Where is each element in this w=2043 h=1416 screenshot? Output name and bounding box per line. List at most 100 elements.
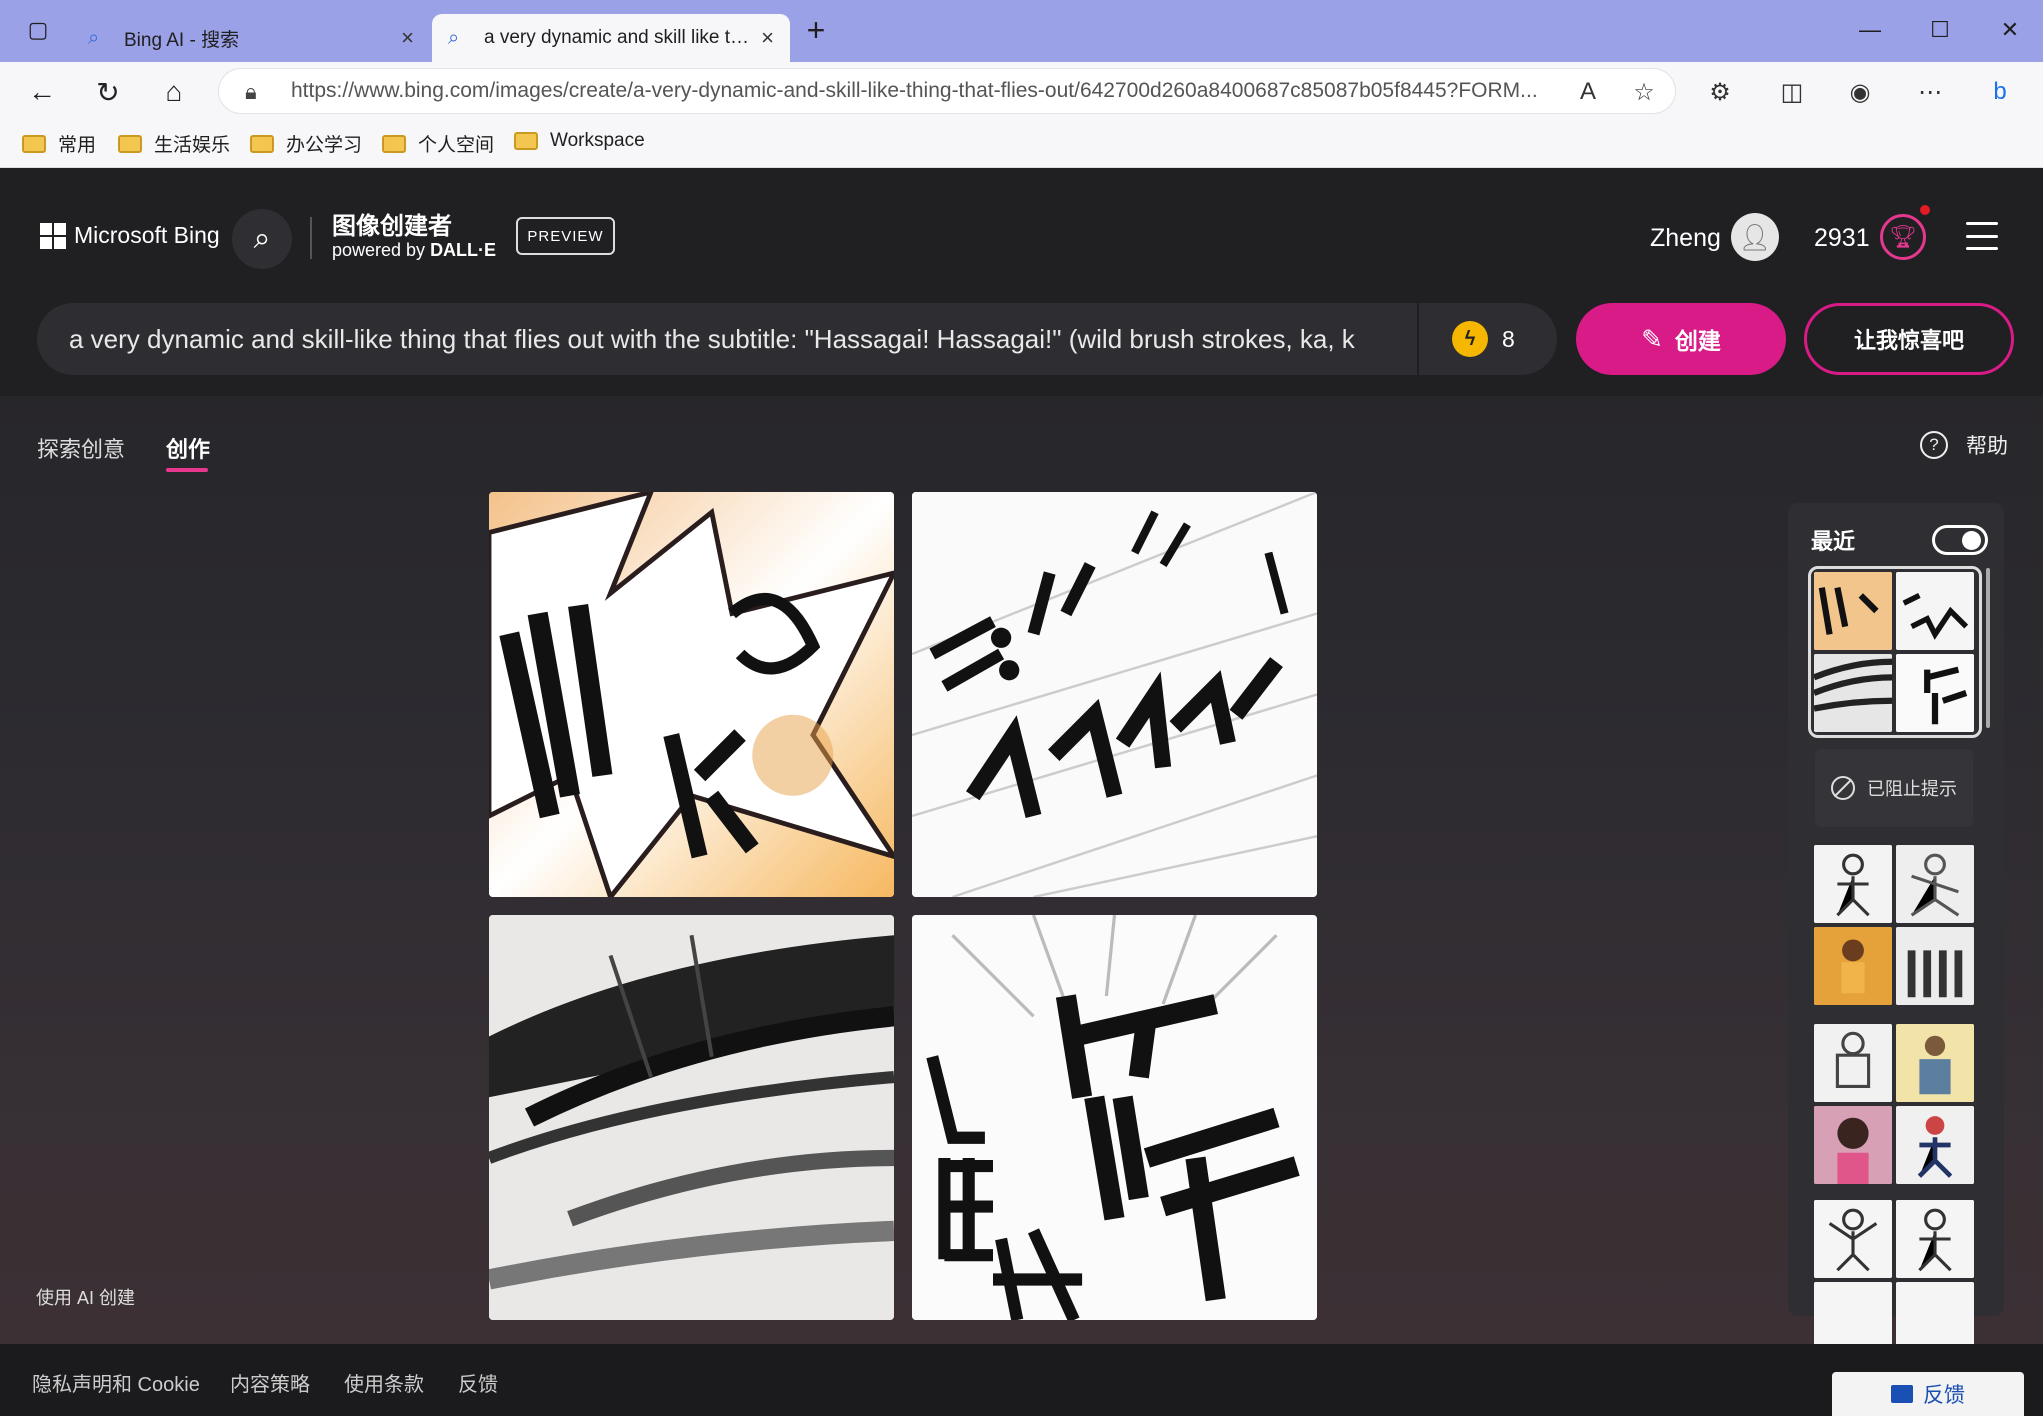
search-icon: ⌕: [448, 27, 460, 49]
user-name[interactable]: Zheng: [1650, 224, 1721, 253]
footer-link-feedback[interactable]: 反馈: [458, 1368, 498, 1397]
folder-icon: [118, 134, 142, 153]
recent-thumbnail: [1896, 1200, 1974, 1278]
blocked-prompt-item[interactable]: 已阻止提示: [1815, 749, 1973, 827]
footer-link-privacy[interactable]: 隐私声明和 Cookie: [32, 1368, 200, 1397]
search-icon[interactable]: ⌕: [232, 209, 292, 269]
prompt-divider: [1417, 303, 1419, 375]
recent-scrollbar[interactable]: [1986, 568, 1990, 728]
active-tab-indicator: [166, 468, 208, 472]
image-creator-title: 图像创建者: [332, 213, 452, 240]
favorite-folder[interactable]: 常用: [22, 130, 96, 157]
footer-link-content-policy[interactable]: 内容策略: [230, 1368, 310, 1397]
boost-bolt-icon: ϟ: [1452, 321, 1488, 357]
folder-icon: [514, 132, 538, 150]
favorite-folder[interactable]: 生活娱乐: [118, 130, 230, 157]
url-text: https://www.bing.com/images/create/a-ver…: [291, 79, 1538, 102]
extensions-icon[interactable]: ⚙: [1700, 72, 1740, 112]
microsoft-bing-logo[interactable]: Microsoft Bing: [40, 222, 220, 249]
read-aloud-icon[interactable]: A: [1568, 72, 1608, 112]
favorite-folder[interactable]: 个人空间: [382, 130, 494, 157]
recent-thumbnail: [1896, 927, 1974, 1005]
folder-icon: [22, 134, 46, 153]
hamburger-menu-icon[interactable]: [1966, 222, 1998, 250]
rewards-trophy-icon[interactable]: 🏆︎: [1880, 214, 1926, 260]
new-tab-button[interactable]: +: [786, 10, 846, 50]
back-icon[interactable]: ←: [20, 70, 64, 114]
blocked-icon: [1831, 776, 1855, 800]
add-favorite-icon[interactable]: ☆: [1624, 72, 1664, 112]
notification-dot: [1920, 205, 1930, 215]
minimize-icon[interactable]: —: [1840, 10, 1900, 50]
recent-item-current[interactable]: [1808, 566, 1982, 738]
generated-image-4[interactable]: [912, 915, 1317, 1320]
recent-thumbnail: [1814, 845, 1892, 923]
create-image-icon: ✎: [1641, 323, 1663, 354]
favorite-folder[interactable]: 办公学习: [250, 130, 362, 157]
user-avatar-icon[interactable]: 👤︎: [1731, 213, 1779, 261]
tab-title: a very dynamic and skill like thing that…: [484, 27, 751, 48]
windows-logo-icon: [40, 222, 66, 249]
tab-creations[interactable]: 创作: [166, 432, 210, 464]
recent-item[interactable]: [1814, 1024, 1976, 1184]
recent-thumbnail: [1896, 1106, 1974, 1184]
boost-count: 8: [1502, 325, 1515, 352]
close-tab-icon[interactable]: ×: [401, 25, 414, 51]
browser-tab-current[interactable]: ⌕ a very dynamic and skill like thing th…: [432, 14, 790, 62]
lock-icon: 🔒︎: [245, 79, 257, 104]
recent-thumbnail: [1896, 654, 1974, 732]
recent-thumbnail: [1814, 1106, 1892, 1184]
bing-copilot-icon[interactable]: b: [1980, 72, 2020, 112]
recent-thumbnail: [1896, 1024, 1974, 1102]
browser-tab-bar: ▢ ⌕ Bing AI - 搜索 × ⌕ a very dynamic and …: [0, 0, 2043, 62]
tab-actions-icon[interactable]: ▢: [8, 10, 68, 50]
folder-icon: [250, 134, 274, 153]
surprise-me-button[interactable]: 让我惊喜吧: [1804, 303, 2014, 375]
more-options-icon[interactable]: ⋯: [1910, 72, 1950, 112]
recent-thumbnail: [1814, 1024, 1892, 1102]
folder-icon: [382, 134, 406, 153]
rewards-points[interactable]: 2931: [1814, 224, 1870, 253]
close-window-icon[interactable]: ✕: [1980, 10, 2040, 50]
feedback-icon: [1891, 1385, 1913, 1403]
preview-badge: PREVIEW: [516, 217, 615, 255]
recent-thumbnail: [1814, 1200, 1892, 1278]
footer-link-terms[interactable]: 使用条款: [344, 1368, 424, 1397]
prompt-text[interactable]: a very dynamic and skill-like thing that…: [37, 324, 1417, 355]
create-button[interactable]: ✎ 创建: [1576, 303, 1786, 375]
powered-by-label: powered by DALL·E: [332, 240, 497, 260]
refresh-icon[interactable]: ↻: [86, 70, 130, 114]
favorites-bar: 常用 生活娱乐 办公学习 个人空间 Workspace: [0, 120, 2043, 168]
url-field[interactable]: 🔒︎ https://www.bing.com/images/create/a-…: [218, 68, 1676, 114]
maximize-icon[interactable]: ☐: [1910, 10, 1970, 50]
header-divider: [310, 217, 312, 259]
recent-item[interactable]: [1814, 845, 1976, 1005]
boost-counter[interactable]: ϟ 8: [1452, 321, 1515, 357]
split-screen-icon[interactable]: ◫: [1772, 72, 1812, 112]
close-tab-icon[interactable]: ×: [761, 25, 774, 51]
tab-explore-ideas[interactable]: 探索创意: [37, 432, 125, 464]
recent-thumbnail: [1896, 572, 1974, 650]
help-button[interactable]: ? 帮助: [1920, 430, 2008, 460]
generated-image-2[interactable]: [912, 492, 1317, 897]
recent-thumbnail: [1814, 654, 1892, 732]
recent-thumbnail: [1896, 845, 1974, 923]
help-icon: ?: [1920, 431, 1948, 459]
profile-icon[interactable]: ◉: [1840, 72, 1880, 112]
tab-title: Bing AI - 搜索: [124, 29, 240, 51]
search-icon: ⌕: [88, 27, 100, 49]
recent-thumbnail: [1814, 572, 1892, 650]
home-icon[interactable]: ⌂: [152, 70, 196, 114]
generated-image-3[interactable]: [489, 915, 894, 1320]
recent-title: 最近: [1811, 529, 1856, 554]
recent-item[interactable]: [1814, 1200, 1976, 1360]
recent-thumbnail: [1814, 927, 1892, 1005]
favorite-folder[interactable]: Workspace: [514, 130, 645, 152]
feedback-button[interactable]: 反馈: [1832, 1372, 2024, 1416]
prompt-input[interactable]: a very dynamic and skill-like thing that…: [37, 303, 1557, 375]
address-bar-row: ← ↻ ⌂ 🔒︎ https://www.bing.com/images/cre…: [0, 62, 2043, 120]
browser-tab-bing-ai[interactable]: ⌕ Bing AI - 搜索 ×: [72, 14, 430, 62]
ai-created-note: 使用 AI 创建: [36, 1288, 136, 1308]
generated-image-1[interactable]: [489, 492, 894, 897]
recent-toggle[interactable]: [1932, 525, 1988, 555]
